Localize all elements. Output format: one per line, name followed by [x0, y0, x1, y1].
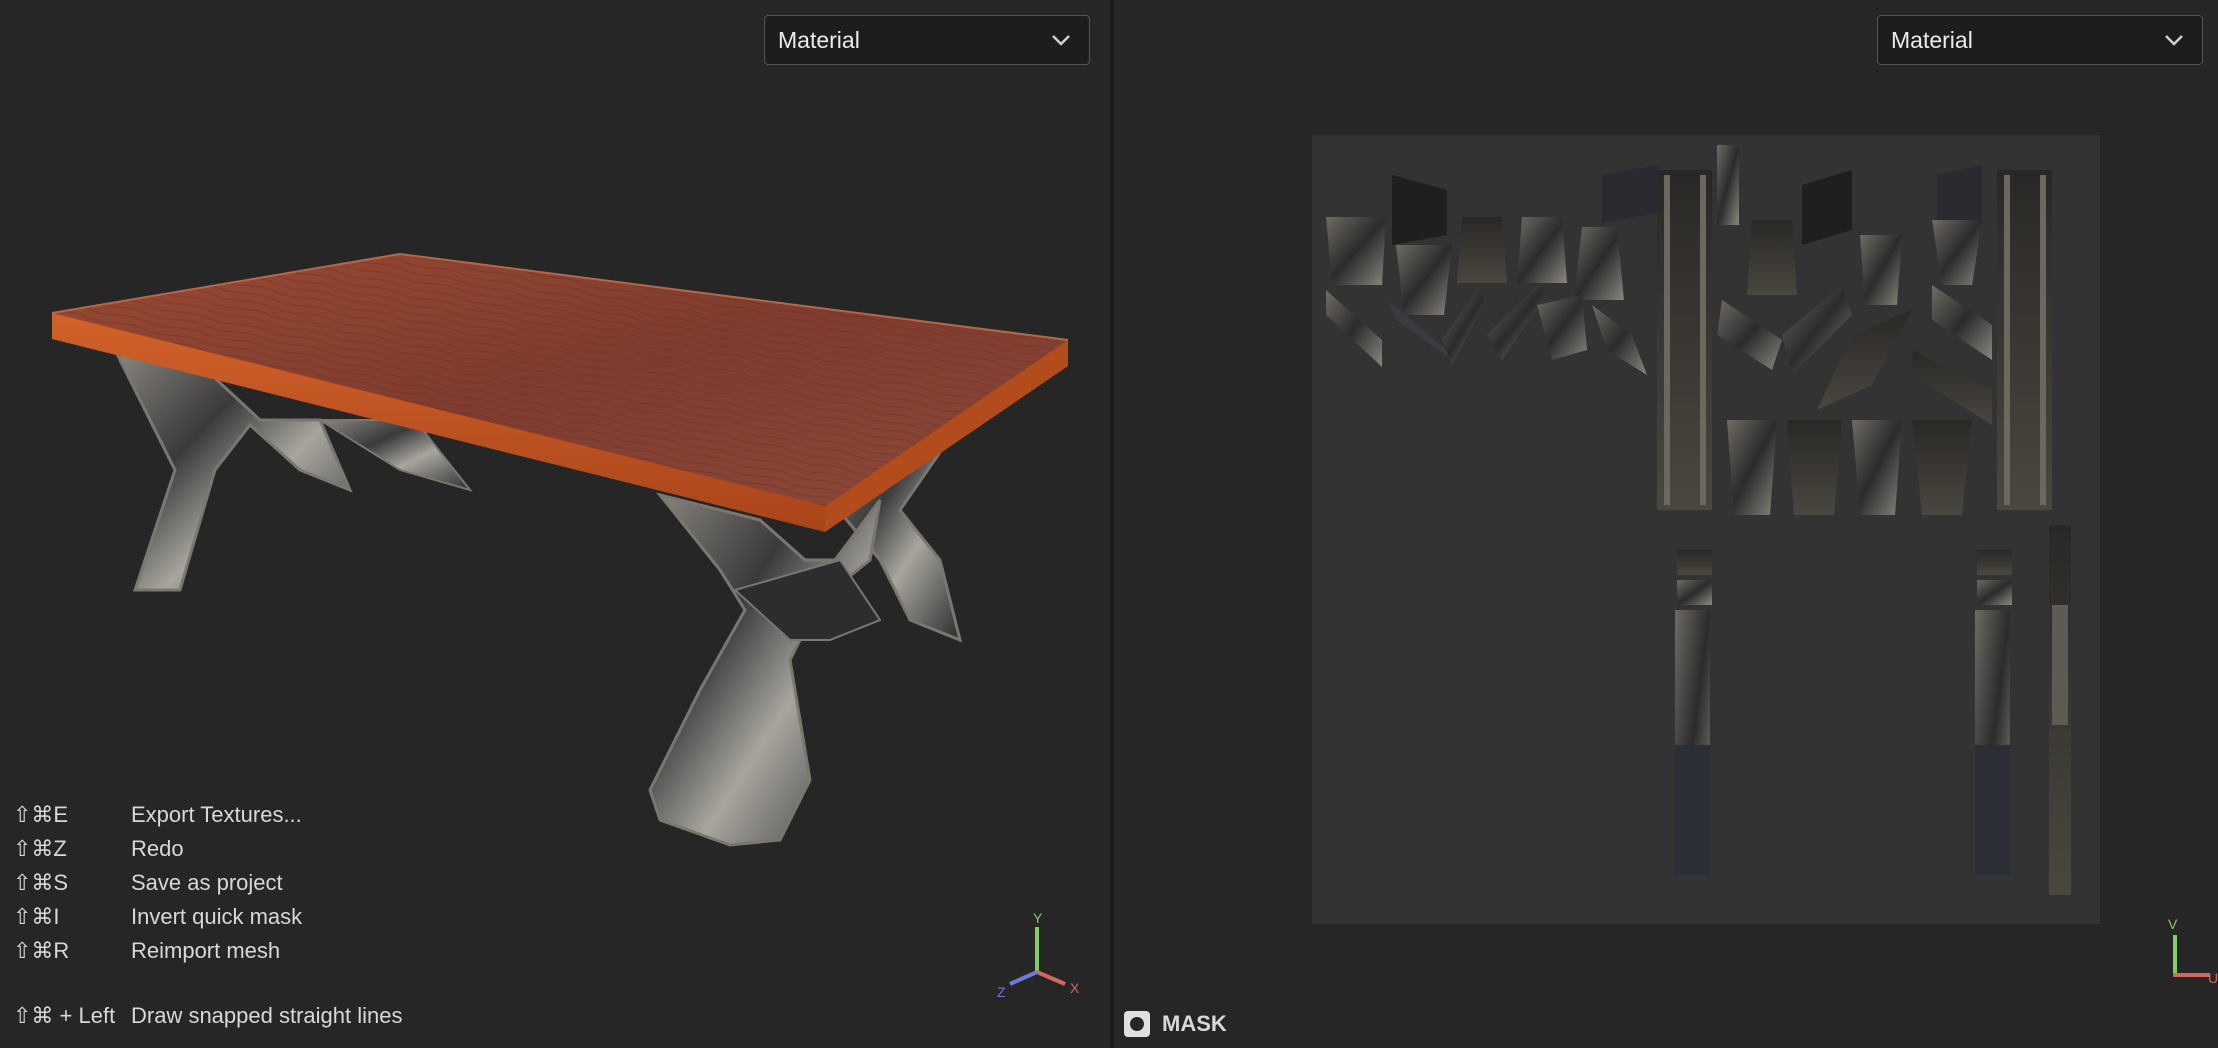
- shortcut-action: Reimport mesh: [131, 938, 281, 963]
- shortcut-key: ⇧⌘R: [13, 938, 70, 963]
- shortcut-action: Save as project: [131, 870, 283, 895]
- uv-islands: [1326, 145, 2071, 895]
- axis-label-u: U: [2208, 970, 2218, 985]
- shortcut-row: ⇧⌘Z Redo: [13, 832, 302, 866]
- material-select-3d[interactable]: Material: [764, 15, 1090, 65]
- front-right-leg: [648, 492, 882, 847]
- axis-label-y: Y: [1033, 910, 1043, 926]
- shortcut-row: ⇧⌘R Reimport mesh: [13, 934, 302, 968]
- uv-axis-icon: V U: [2168, 916, 2218, 985]
- mask-toggle[interactable]: MASK: [1124, 1011, 1227, 1037]
- shortcut-list: ⇧⌘E Export Textures... ⇧⌘Z Redo ⇧⌘S Save…: [13, 798, 302, 968]
- axis-label-x: X: [1070, 980, 1080, 996]
- shortcut-row: ⇧⌘E Export Textures...: [13, 798, 302, 832]
- mask-label: MASK: [1162, 1011, 1227, 1036]
- shortcut-row: ⇧⌘I Invert quick mask: [13, 900, 302, 934]
- shortcut-key: ⇧⌘ + Left: [13, 1003, 116, 1028]
- shortcut-action: Export Textures...: [131, 802, 302, 827]
- shortcut-row-extra: ⇧⌘ + Left Draw snapped straight lines: [13, 999, 402, 1033]
- shortcut-action: Redo: [131, 836, 184, 861]
- shortcut-key: ⇧⌘S: [13, 870, 69, 895]
- axis-gizmo-icon: Y X Z: [997, 910, 1080, 1000]
- viewport-3d[interactable]: Material ⇧⌘E Export Textures... ⇧⌘Z Redo…: [0, 0, 1110, 1048]
- shortcut-action: Draw snapped straight lines: [131, 1003, 403, 1028]
- axis-label-z: Z: [997, 984, 1006, 1000]
- mask-icon: [1124, 1011, 1150, 1037]
- shortcut-action: Invert quick mask: [131, 904, 303, 929]
- material-select-2d[interactable]: Material: [1877, 15, 2203, 65]
- material-select-2d-value: Material: [1891, 26, 1973, 53]
- material-select-3d-value: Material: [778, 26, 860, 53]
- shortcut-key: ⇧⌘E: [13, 802, 69, 827]
- axis-label-v: V: [2168, 916, 2178, 932]
- shortcut-key: ⇧⌘I: [13, 904, 60, 929]
- viewport-2d[interactable]: Material V U MASK: [1114, 0, 2218, 1048]
- shortcut-row: ⇧⌘S Save as project: [13, 866, 302, 900]
- chevron-down-icon: [1052, 35, 1070, 46]
- uv-texture-canvas[interactable]: [1312, 135, 2100, 924]
- shortcut-key: ⇧⌘Z: [13, 836, 67, 861]
- chevron-down-icon: [2165, 35, 2183, 46]
